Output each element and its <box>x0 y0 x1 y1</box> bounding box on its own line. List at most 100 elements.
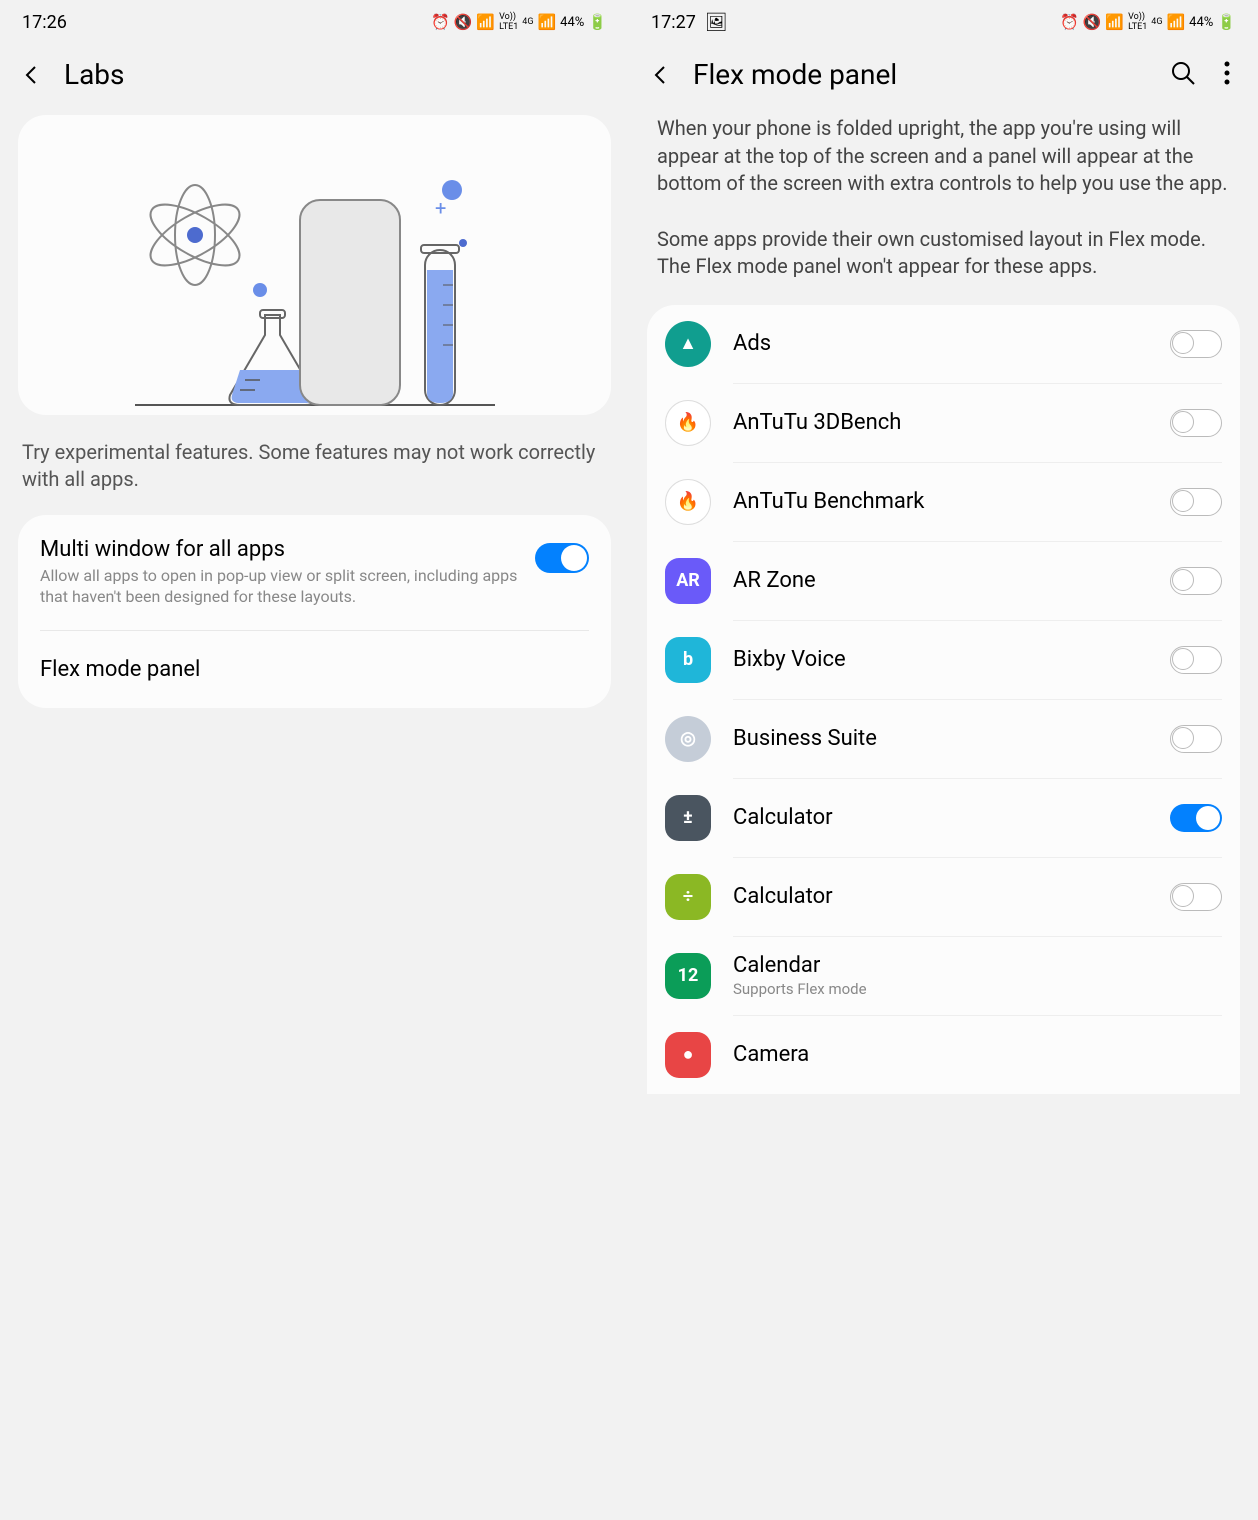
battery-text: 44% <box>560 15 584 30</box>
app-label-wrap: Calculator <box>733 884 1170 909</box>
volte-icon: Vo))LTE1 <box>499 12 518 32</box>
appbar: Labs <box>0 40 629 115</box>
chevron-left-icon <box>22 65 42 85</box>
back-button[interactable] <box>647 61 675 89</box>
status-icons: ⏰ 🔇 📶 Vo))LTE1 4G 📶 44% 🔋 <box>1060 12 1236 32</box>
status-icons: ⏰ 🔇 📶 Vo))LTE1 4G 📶 44% 🔋 <box>431 12 607 32</box>
app-toggle[interactable] <box>1170 883 1222 911</box>
app-label: AnTuTu 3DBench <box>733 410 1170 435</box>
app-row[interactable]: 🔥 AnTuTu 3DBench <box>647 384 1240 462</box>
app-label: Calendar <box>733 953 1222 978</box>
battery-text: 44% <box>1189 15 1213 30</box>
app-sublabel: Supports Flex mode <box>733 980 1222 998</box>
app-toggle[interactable] <box>1170 488 1222 516</box>
app-label-wrap: Bixby Voice <box>733 647 1170 672</box>
page-title: Labs <box>64 58 124 91</box>
search-icon <box>1170 60 1196 86</box>
app-icon: ÷ <box>665 874 711 920</box>
mute-icon: 🔇 <box>1083 15 1102 30</box>
back-button[interactable] <box>18 61 46 89</box>
multi-window-toggle[interactable] <box>535 543 589 573</box>
app-label: Camera <box>733 1042 1222 1067</box>
app-row[interactable]: ● Camera <box>647 1016 1240 1094</box>
app-icon: 🔥 <box>665 400 711 446</box>
setting-title: Flex mode panel <box>40 657 200 682</box>
labs-description: Try experimental features. Some features… <box>0 415 629 497</box>
page-title: Flex mode panel <box>693 58 897 91</box>
flex-mode-screen: 17:27 🖼 ⏰ 🔇 📶 Vo))LTE1 4G 📶 44% 🔋 Flex m… <box>629 0 1258 1520</box>
setting-subtitle: Allow all apps to open in pop-up view or… <box>40 566 519 608</box>
app-row[interactable]: 🔥 AnTuTu Benchmark <box>647 463 1240 541</box>
app-row[interactable]: AR AR Zone <box>647 542 1240 620</box>
app-icon: ● <box>665 1032 711 1078</box>
app-icon: ◎ <box>665 716 711 762</box>
app-row[interactable]: ◎ Business Suite <box>647 700 1240 778</box>
labs-illustration: + <box>18 115 611 415</box>
app-label: Calculator <box>733 884 1170 909</box>
app-label: Calculator <box>733 805 1170 830</box>
app-icon: b <box>665 637 711 683</box>
flex-mode-panel-row[interactable]: Flex mode panel <box>18 631 611 708</box>
app-row[interactable]: ± Calculator <box>647 779 1240 857</box>
app-icon: ▲ <box>665 321 711 367</box>
wifi-icon: 📶 <box>1105 15 1124 30</box>
flex-description: When your phone is folded upright, the a… <box>629 115 1258 305</box>
app-label-wrap: Business Suite <box>733 726 1170 751</box>
app-toggle[interactable] <box>1170 725 1222 753</box>
app-toggle[interactable] <box>1170 567 1222 595</box>
app-icon: 🔥 <box>665 479 711 525</box>
app-list[interactable]: ▲Ads🔥AnTuTu 3DBench🔥AnTuTu BenchmarkARAR… <box>647 305 1240 1094</box>
app-label-wrap: AR Zone <box>733 568 1170 593</box>
labs-settings-card: Multi window for all apps Allow all apps… <box>18 515 611 708</box>
app-toggle[interactable] <box>1170 330 1222 358</box>
network-icon: 4G <box>1151 17 1162 27</box>
app-toggle[interactable] <box>1170 804 1222 832</box>
app-label-wrap: Calculator <box>733 805 1170 830</box>
signal-icon: 📶 <box>1166 15 1185 30</box>
statusbar: 17:26 ⏰ 🔇 📶 Vo))LTE1 4G 📶 44% 🔋 <box>0 0 629 40</box>
battery-icon: 🔋 <box>1217 15 1236 30</box>
more-button[interactable] <box>1224 61 1230 89</box>
labs-illustration-card: + <box>18 115 611 415</box>
app-row[interactable]: ÷ Calculator <box>647 858 1240 936</box>
app-row[interactable]: b Bixby Voice <box>647 621 1240 699</box>
wifi-icon: 📶 <box>476 15 495 30</box>
setting-title: Multi window for all apps <box>40 537 519 562</box>
appbar: Flex mode panel <box>629 40 1258 115</box>
statusbar: 17:27 🖼 ⏰ 🔇 📶 Vo))LTE1 4G 📶 44% 🔋 <box>629 0 1258 40</box>
app-label-wrap: Calendar Supports Flex mode <box>733 953 1222 998</box>
app-label: AR Zone <box>733 568 1170 593</box>
search-button[interactable] <box>1170 60 1196 90</box>
app-label: Ads <box>733 331 1170 356</box>
alarm-icon: ⏰ <box>431 15 450 30</box>
app-icon: AR <box>665 558 711 604</box>
app-label-wrap: Camera <box>733 1042 1222 1067</box>
battery-icon: 🔋 <box>588 15 607 30</box>
flex-desc-p1: When your phone is folded upright, the a… <box>657 115 1230 198</box>
network-icon: 4G <box>522 17 533 27</box>
app-toggle[interactable] <box>1170 409 1222 437</box>
app-row[interactable]: 12 Calendar Supports Flex mode <box>647 937 1240 1015</box>
app-row[interactable]: ▲ Ads <box>647 305 1240 383</box>
signal-icon: 📶 <box>537 15 556 30</box>
app-label: Bixby Voice <box>733 647 1170 672</box>
app-label: Business Suite <box>733 726 1170 751</box>
app-label-wrap: AnTuTu 3DBench <box>733 410 1170 435</box>
app-label: AnTuTu Benchmark <box>733 489 1170 514</box>
alarm-icon: ⏰ <box>1060 15 1079 30</box>
flex-desc-p2: Some apps provide their own customised l… <box>657 226 1230 281</box>
svg-text:+: + <box>435 196 446 220</box>
app-label-wrap: Ads <box>733 331 1170 356</box>
chevron-left-icon <box>651 65 671 85</box>
status-time: 17:27 🖼 <box>651 12 728 33</box>
labs-screen: 17:26 ⏰ 🔇 📶 Vo))LTE1 4G 📶 44% 🔋 Labs <box>0 0 629 1520</box>
multi-window-setting[interactable]: Multi window for all apps Allow all apps… <box>18 515 611 630</box>
mute-icon: 🔇 <box>454 15 473 30</box>
status-time: 17:26 <box>22 12 67 33</box>
volte-icon: Vo))LTE1 <box>1128 12 1147 32</box>
app-icon: 12 <box>665 953 711 999</box>
app-icon: ± <box>665 795 711 841</box>
app-toggle[interactable] <box>1170 646 1222 674</box>
app-label-wrap: AnTuTu Benchmark <box>733 489 1170 514</box>
more-vert-icon <box>1224 61 1230 85</box>
